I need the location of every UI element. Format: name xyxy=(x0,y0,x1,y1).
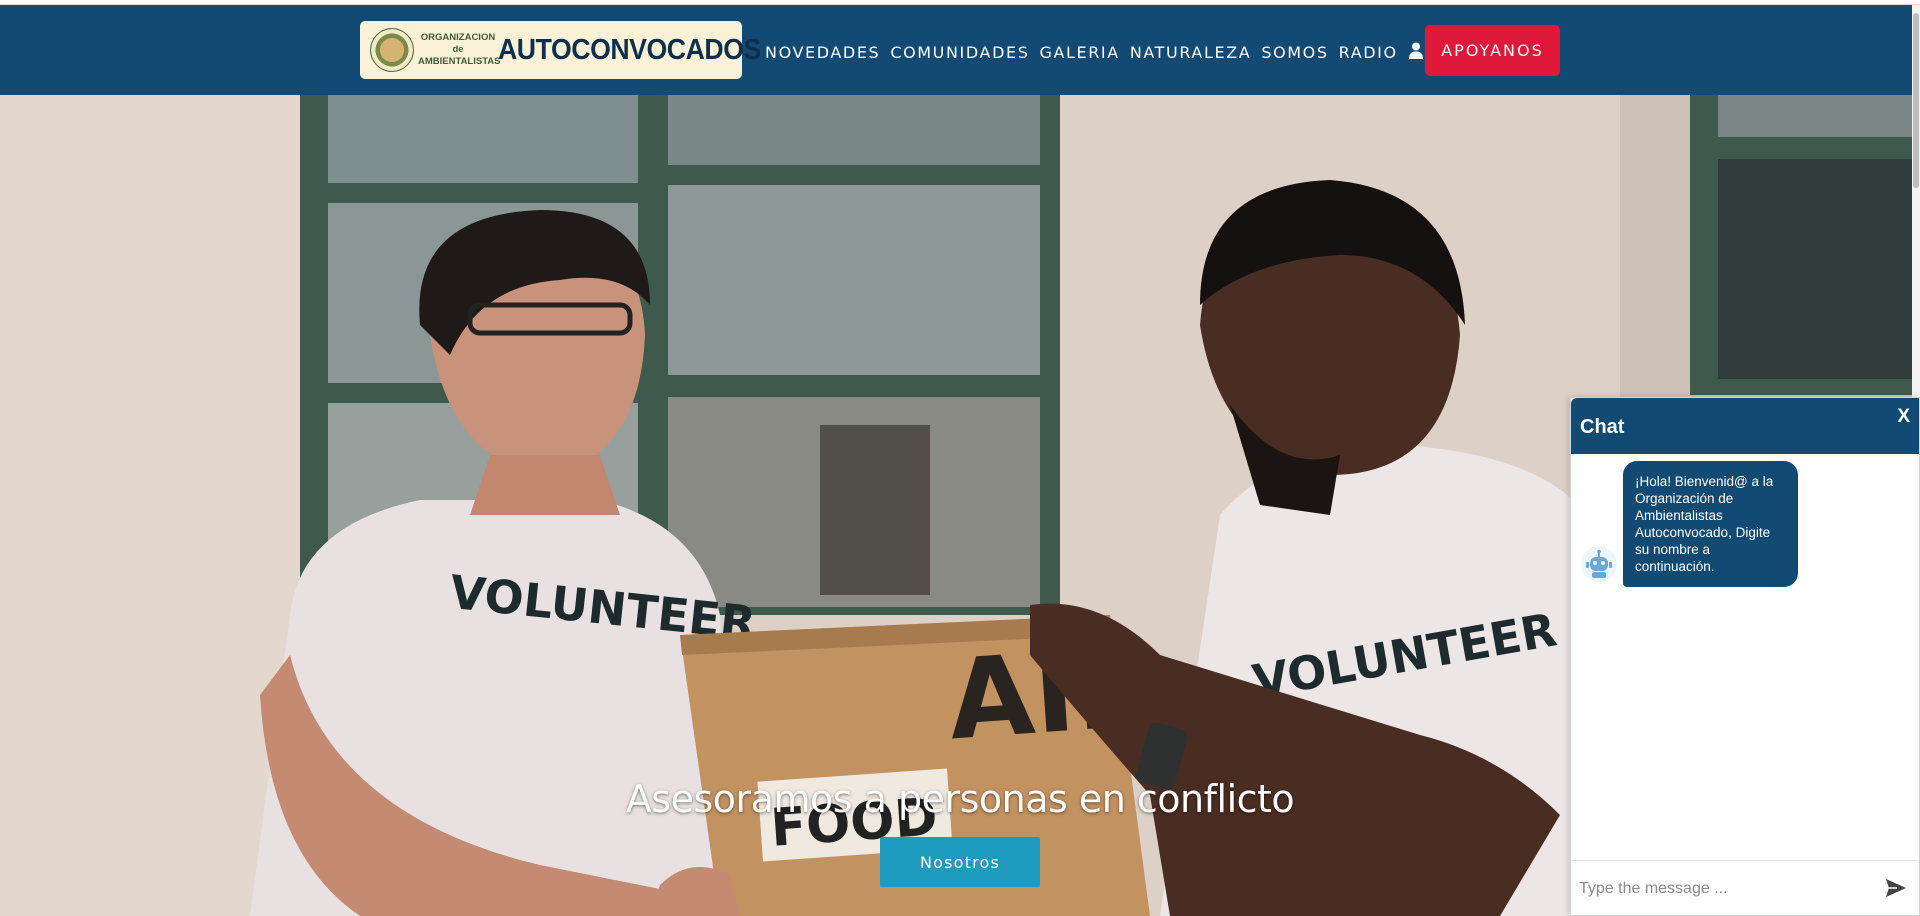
nav-somos[interactable]: SOMOS xyxy=(1261,43,1328,62)
logo-subtitle-line1: ORGANIZACION de xyxy=(420,32,496,55)
site-logo[interactable]: ORGANIZACION de AMBIENTALISTAS AUTOCONVO… xyxy=(360,21,761,79)
apoyanos-button[interactable]: APOYANOS xyxy=(1425,25,1560,76)
send-icon[interactable] xyxy=(1885,878,1907,898)
logo-subtitle-line2: AMBIENTALISTAS xyxy=(418,56,501,67)
nav-naturaleza[interactable]: NATURALEZA xyxy=(1130,43,1252,62)
logo-subtitle: ORGANIZACION de AMBIENTALISTAS xyxy=(418,32,501,68)
nav-comunidades[interactable]: COMUNIDADES xyxy=(890,43,1029,62)
bot-avatar-icon xyxy=(1581,546,1617,582)
chat-message-input[interactable] xyxy=(1579,875,1869,903)
close-icon[interactable]: X xyxy=(1897,406,1910,428)
logo-seal-icon xyxy=(370,28,414,72)
navbar: ORGANIZACION de AMBIENTALISTAS AUTOCONVO… xyxy=(0,5,1920,95)
nav-galeria[interactable]: GALERIA xyxy=(1039,43,1119,62)
nosotros-button[interactable]: Nosotros xyxy=(880,837,1040,887)
logo-name: AUTOCONVOCADOS xyxy=(498,33,761,66)
chat-header: Chat X xyxy=(1571,398,1919,454)
nav-radio[interactable]: RADIO xyxy=(1339,43,1398,62)
chat-widget: Chat X ¡Hola! Bienvenid@ a la Organizaci… xyxy=(1570,397,1920,916)
chat-messages: ¡Hola! Bienvenid@ a la Organización de A… xyxy=(1571,454,1919,860)
main-nav: NOVEDADES COMUNIDADES GALERIA NATURALEZA… xyxy=(765,42,1440,62)
user-icon[interactable] xyxy=(1408,42,1424,60)
chat-title: Chat xyxy=(1580,416,1625,438)
scrollbar-thumb[interactable] xyxy=(1913,13,1919,188)
nav-novedades[interactable]: NOVEDADES xyxy=(765,43,880,62)
bot-message-bubble: ¡Hola! Bienvenid@ a la Organización de A… xyxy=(1623,461,1798,587)
chat-input-row xyxy=(1571,860,1919,916)
